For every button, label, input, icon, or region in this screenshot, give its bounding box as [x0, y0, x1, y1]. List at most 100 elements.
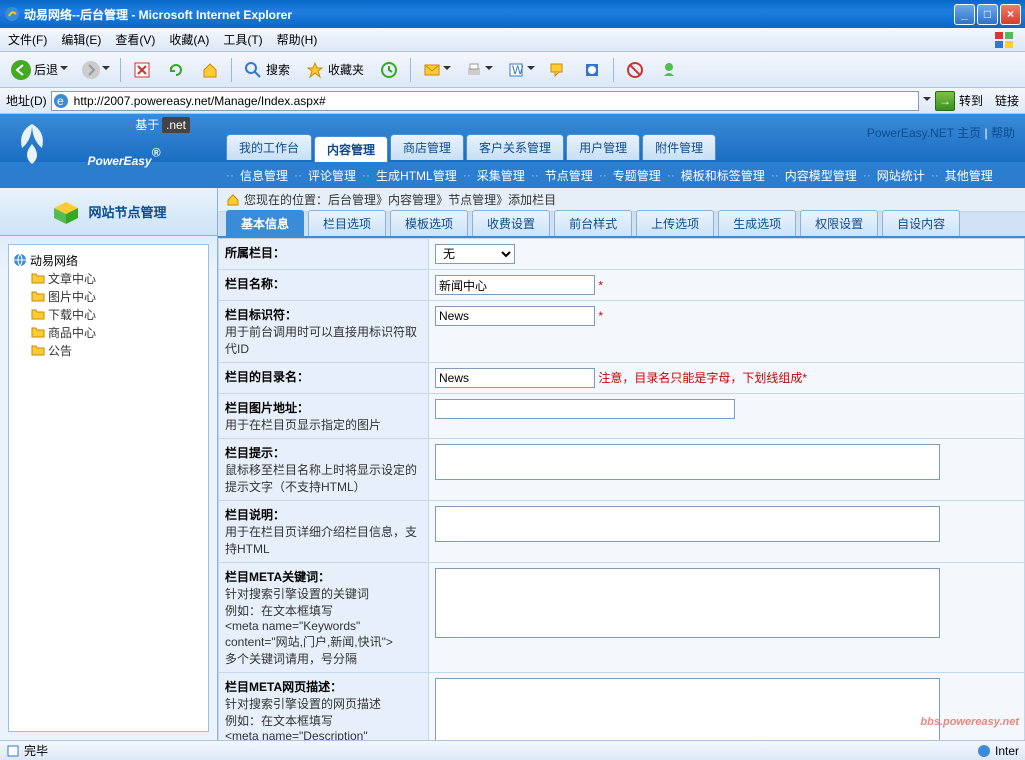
- stop-button[interactable]: [127, 56, 157, 84]
- tree-root[interactable]: 动易网络: [13, 251, 204, 269]
- subtab-style[interactable]: 前台样式: [554, 210, 632, 236]
- address-label: 地址(D): [6, 92, 47, 109]
- statusbar: 完毕 Inter: [0, 740, 1025, 760]
- address-bar: 地址(D) e → 转到 链接: [0, 88, 1025, 114]
- address-dropdown[interactable]: [923, 97, 931, 105]
- forward-button[interactable]: [76, 56, 114, 84]
- tab-workbench[interactable]: 我的工作台: [226, 134, 312, 160]
- submenu-topic[interactable]: 专题管理: [613, 167, 661, 184]
- subtab-options[interactable]: 栏目选项: [308, 210, 386, 236]
- dirname-input[interactable]: [435, 368, 595, 388]
- tree-item[interactable]: 下载中心: [31, 305, 204, 323]
- tab-attach-mgmt[interactable]: 附件管理: [642, 134, 716, 160]
- homepage-link[interactable]: PowerEasy.NET 主页: [867, 126, 981, 140]
- form-table: 所属栏目： 无 栏目名称： * 栏目标识符：用于前台调用时可以直接用标识符取代I…: [218, 238, 1025, 740]
- app-header: 基于 .net PowerEasy® 我的工作台 内容管理 商店管理 客户关系管…: [0, 114, 1025, 162]
- subtab-custom[interactable]: 自设内容: [882, 210, 960, 236]
- meta-kw-textarea[interactable]: [435, 568, 940, 638]
- back-button[interactable]: 后退: [6, 56, 72, 84]
- security-zone: Inter: [977, 744, 1019, 758]
- label-image: 栏目图片地址：: [225, 401, 309, 415]
- tab-shop-mgmt[interactable]: 商店管理: [390, 134, 464, 160]
- sidebar-header: 网站节点管理: [0, 188, 217, 236]
- tab-content-mgmt[interactable]: 内容管理: [314, 136, 388, 162]
- refresh-button[interactable]: [161, 56, 191, 84]
- go-label: 转到: [959, 92, 983, 109]
- block-button[interactable]: [620, 56, 650, 84]
- label-meta-kw: 栏目META关键词：: [225, 570, 330, 584]
- messenger-button[interactable]: [654, 56, 684, 84]
- minimize-button[interactable]: _: [954, 4, 975, 25]
- submenu-template[interactable]: 模板和标签管理: [681, 167, 765, 184]
- maximize-button[interactable]: □: [977, 4, 998, 25]
- submenu-comment[interactable]: 评论管理: [308, 167, 356, 184]
- subtab-template[interactable]: 模板选项: [390, 210, 468, 236]
- help-link[interactable]: 帮助: [991, 126, 1015, 140]
- menu-view[interactable]: 查看(V): [115, 31, 155, 48]
- subtab-permission[interactable]: 权限设置: [800, 210, 878, 236]
- menu-edit[interactable]: 编辑(E): [61, 31, 101, 48]
- go-button[interactable]: →: [935, 91, 955, 111]
- submenu-stats[interactable]: 网站统计: [877, 167, 925, 184]
- page-done-icon: [6, 744, 20, 758]
- close-button[interactable]: ×: [1000, 4, 1021, 25]
- label-intro: 栏目说明：: [225, 508, 285, 522]
- tree-item[interactable]: 图片中心: [31, 287, 204, 305]
- subtab-generate[interactable]: 生成选项: [718, 210, 796, 236]
- subtab-charge[interactable]: 收费设置: [472, 210, 550, 236]
- submenu-info[interactable]: 信息管理: [240, 167, 288, 184]
- folder-icon: [31, 307, 45, 321]
- submenu-model[interactable]: 内容模型管理: [785, 167, 857, 184]
- internet-icon: [977, 744, 991, 758]
- tree-item[interactable]: 商品中心: [31, 323, 204, 341]
- label-belong: 所属栏目：: [225, 246, 285, 260]
- tip-textarea[interactable]: [435, 444, 940, 480]
- subtab-basic[interactable]: 基本信息: [226, 210, 304, 236]
- intro-textarea[interactable]: [435, 506, 940, 542]
- sidebar: 网站节点管理 动易网络 文章中心 图片中心 下载中心 商品中心 公告: [0, 188, 218, 740]
- status-text: 完毕: [24, 742, 48, 759]
- window-titlebar: 动易网络--后台管理 - Microsoft Internet Explorer…: [0, 0, 1025, 28]
- search-button[interactable]: 搜索: [238, 56, 296, 84]
- menu-tools[interactable]: 工具(T): [223, 31, 262, 48]
- breadcrumb: 您现在的位置： 后台管理 》 内容管理 》 节点管理 》 添加栏目: [218, 188, 1025, 212]
- folder-icon: [31, 271, 45, 285]
- print-button[interactable]: [459, 56, 497, 84]
- menu-fav[interactable]: 收藏(A): [169, 31, 209, 48]
- sidebar-tree: 动易网络 文章中心 图片中心 下载中心 商品中心 公告: [8, 244, 209, 732]
- home-icon: [226, 193, 240, 207]
- window-title: 动易网络--后台管理 - Microsoft Internet Explorer: [24, 6, 952, 23]
- menu-file[interactable]: 文件(F): [8, 31, 47, 48]
- meta-desc-textarea[interactable]: [435, 678, 940, 740]
- favorites-button[interactable]: 收藏夹: [300, 56, 370, 84]
- menu-help[interactable]: 帮助(H): [277, 31, 318, 48]
- browser-toolbar: 后退 搜索 收藏夹 W: [0, 52, 1025, 88]
- research-button[interactable]: [577, 56, 607, 84]
- tab-crm[interactable]: 客户关系管理: [466, 134, 564, 160]
- history-button[interactable]: [374, 56, 404, 84]
- tab-user-mgmt[interactable]: 用户管理: [566, 134, 640, 160]
- mail-button[interactable]: [417, 56, 455, 84]
- identifier-input[interactable]: [435, 306, 595, 326]
- name-input[interactable]: [435, 275, 595, 295]
- image-input[interactable]: [435, 399, 735, 419]
- sub-tabs: 基本信息 栏目选项 模板选项 收费设置 前台样式 上传选项 生成选项 权限设置 …: [218, 212, 1025, 238]
- submenu-html[interactable]: 生成HTML管理: [376, 167, 457, 184]
- windows-flag-icon: [993, 30, 1017, 50]
- links-label[interactable]: 链接: [995, 92, 1019, 109]
- content-area: 您现在的位置： 后台管理 》 内容管理 》 节点管理 》 添加栏目 基本信息 栏…: [218, 188, 1025, 740]
- discuss-button[interactable]: [543, 56, 573, 84]
- submenu-other[interactable]: 其他管理: [945, 167, 993, 184]
- tree-item[interactable]: 公告: [31, 341, 204, 359]
- label-identifier: 栏目标识符：: [225, 308, 297, 322]
- subtab-upload[interactable]: 上传选项: [636, 210, 714, 236]
- tree-item[interactable]: 文章中心: [31, 269, 204, 287]
- submenu-node[interactable]: 节点管理: [545, 167, 593, 184]
- edit-button[interactable]: W: [501, 56, 539, 84]
- home-button[interactable]: [195, 56, 225, 84]
- submenu-collect[interactable]: 采集管理: [477, 167, 525, 184]
- folder-icon: [31, 289, 45, 303]
- page-icon: e: [53, 93, 69, 109]
- address-input[interactable]: [51, 91, 919, 111]
- belong-select[interactable]: 无: [435, 244, 515, 264]
